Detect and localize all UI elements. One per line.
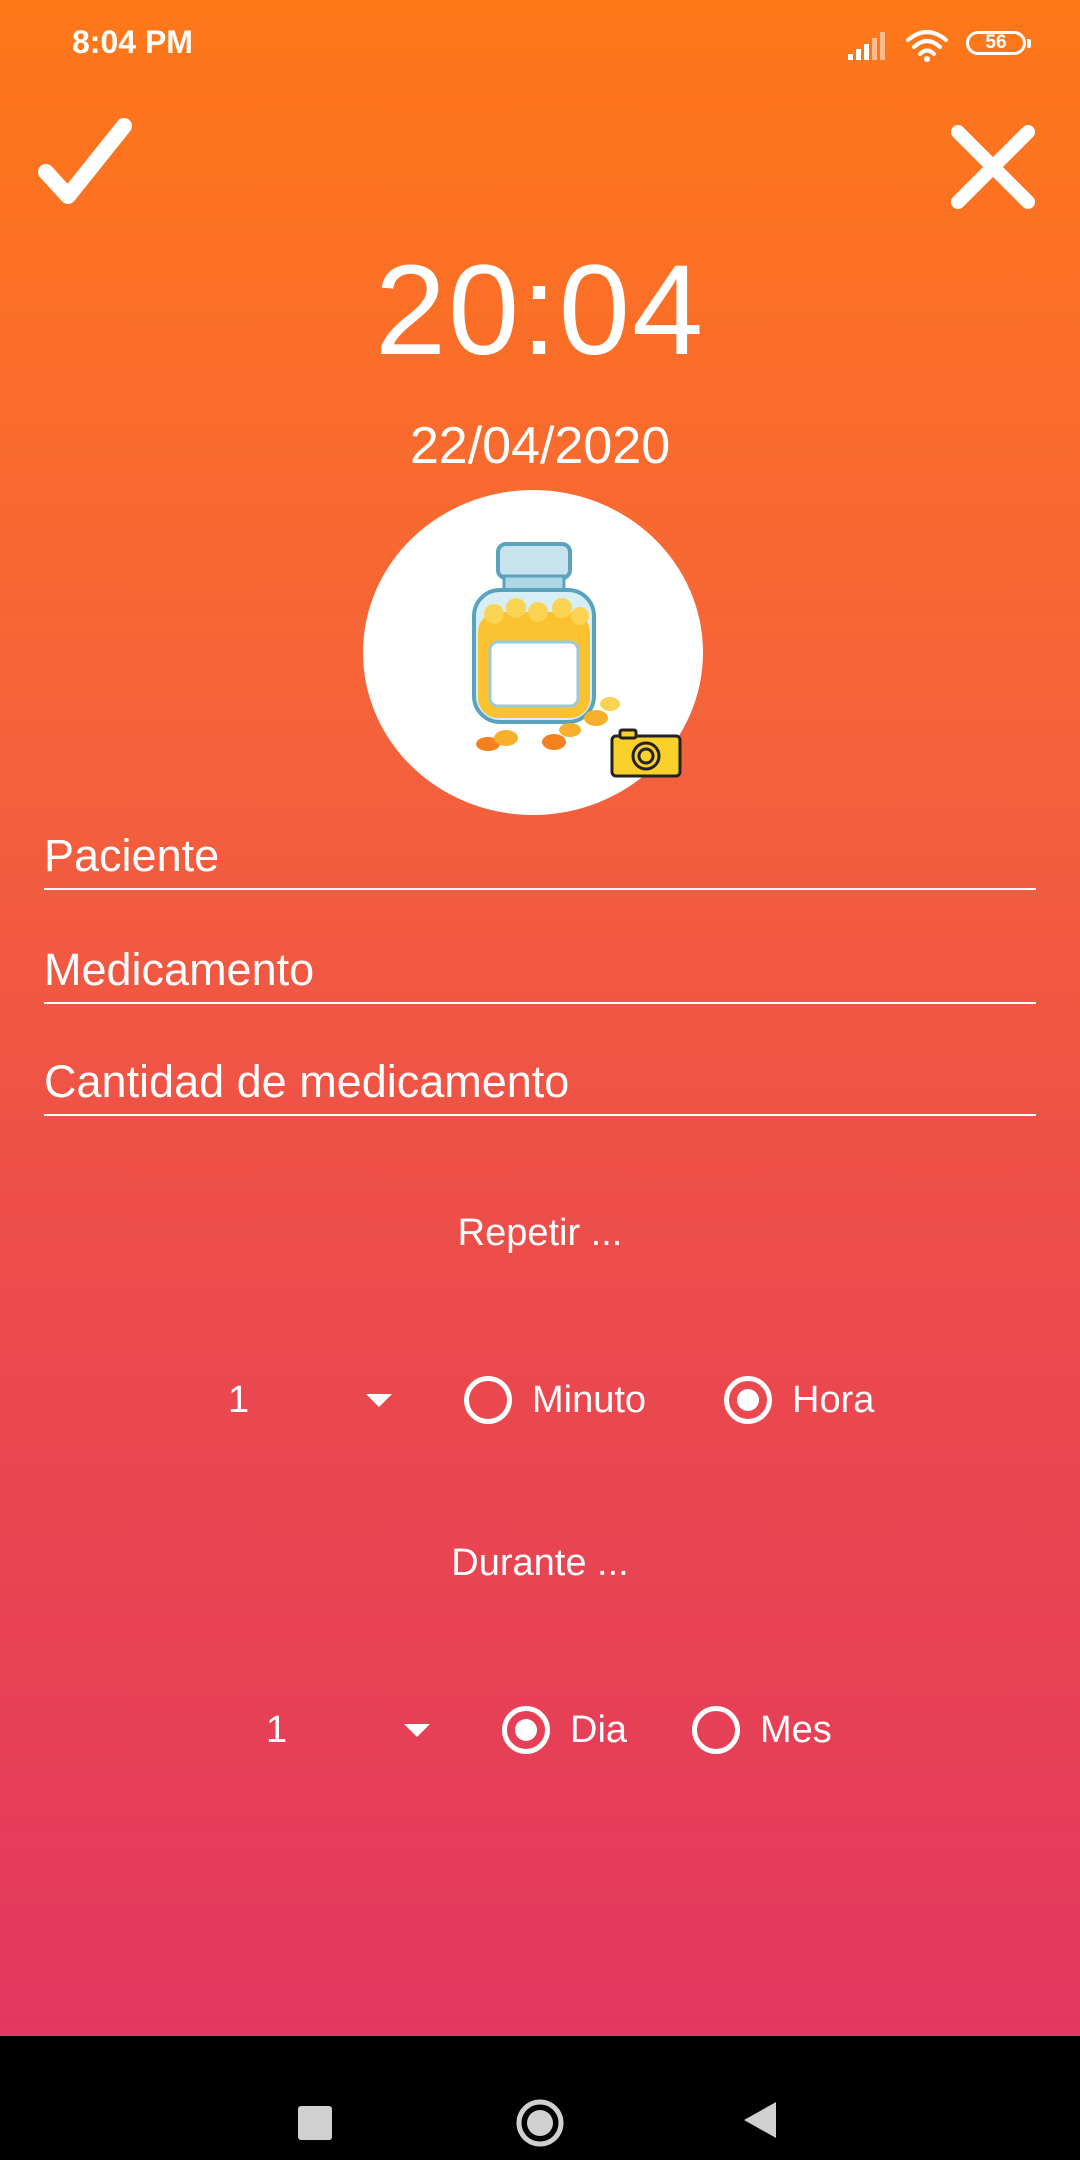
status-time: 8:04 PM: [72, 24, 193, 60]
radio-mes[interactable]: Mes: [692, 1700, 862, 1760]
pills-icon: [476, 697, 620, 751]
check-icon: [38, 118, 132, 204]
repeat-label: Repetir ...: [457, 1212, 623, 1254]
close-icon: [951, 125, 1035, 209]
repeat-count-value: 1: [228, 1379, 250, 1421]
close-button[interactable]: [948, 122, 1038, 212]
radio-dia[interactable]: Dia: [502, 1700, 672, 1760]
repeat-count-spinner[interactable]: 1: [228, 1370, 398, 1430]
radio-circle-checked: [724, 1376, 772, 1424]
medication-quantity-input[interactable]: Cantidad de medicamento: [44, 1050, 1036, 1116]
system-nav-bar: [0, 2036, 1080, 2160]
radio-circle: [692, 1706, 740, 1754]
radio-mes-label: Mes: [760, 1709, 832, 1751]
alarm-editor-screen: 8:04 PM 56 20:04 22/04/2020 Paciente Med…: [0, 0, 1080, 2036]
home-button[interactable]: [515, 2098, 565, 2148]
radio-circle: [464, 1376, 512, 1424]
radio-minuto-label: Minuto: [532, 1379, 647, 1421]
signal-icon: [848, 32, 885, 60]
wifi-icon: [906, 30, 948, 62]
battery-indicator: 56: [966, 31, 1031, 55]
medication-input[interactable]: Medicamento: [44, 938, 1036, 1004]
repeat-row: 1 Minuto Hora: [0, 1370, 1080, 1430]
confirm-button[interactable]: [38, 118, 134, 210]
radio-hora-label: Hora: [792, 1379, 875, 1421]
back-icon: [744, 2102, 776, 2138]
date-display[interactable]: 22/04/2020: [0, 416, 1080, 476]
back-button[interactable]: [742, 2100, 778, 2140]
radio-dia-label: Dia: [570, 1709, 628, 1751]
chevron-down-icon: [404, 1724, 430, 1737]
duration-count-spinner[interactable]: 1: [266, 1700, 436, 1760]
radio-circle-checked: [502, 1706, 550, 1754]
duration-label: Durante ...: [451, 1542, 629, 1584]
duration-row: 1 Dia Mes: [0, 1700, 1080, 1760]
radio-hora[interactable]: Hora: [724, 1370, 904, 1430]
duration-count-value: 1: [266, 1709, 288, 1751]
patient-input[interactable]: Paciente: [44, 824, 1036, 890]
camera-icon[interactable]: [610, 728, 682, 778]
recent-apps-button[interactable]: [298, 2106, 332, 2140]
time-display[interactable]: 20:04: [0, 236, 1080, 386]
radio-minuto[interactable]: Minuto: [464, 1370, 674, 1430]
chevron-down-icon: [366, 1394, 392, 1407]
home-icon: [516, 2099, 564, 2147]
